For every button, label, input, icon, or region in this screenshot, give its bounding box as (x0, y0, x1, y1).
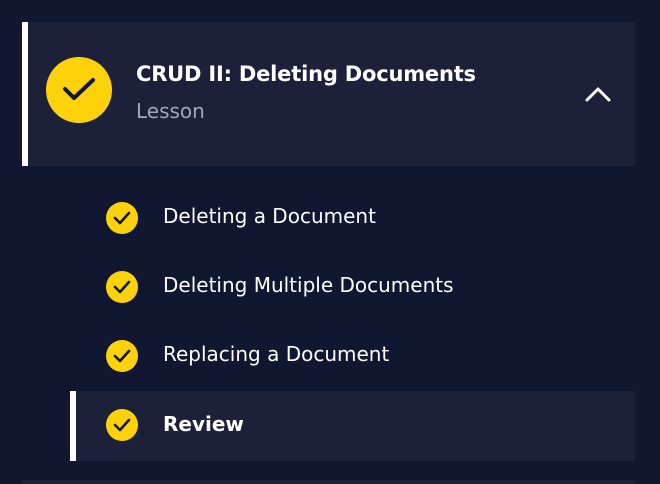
active-indicator (70, 391, 76, 461)
check-circle-icon (106, 409, 138, 441)
module-item-deleting-multiple-documents[interactable]: Deleting Multiple Documents (70, 253, 635, 322)
module-list: Deleting a Document Deleting Multiple Do… (70, 184, 635, 461)
module-item-review[interactable]: Review (70, 391, 635, 461)
lesson-title: CRUD II: Deleting Documents (136, 62, 476, 86)
lesson-header[interactable]: CRUD II: Deleting Documents Lesson (22, 22, 635, 166)
divider (22, 480, 635, 484)
module-item-deleting-a-document[interactable]: Deleting a Document (70, 184, 635, 253)
check-circle-icon (106, 202, 138, 234)
module-item-replacing-a-document[interactable]: Replacing a Document (70, 322, 635, 391)
module-label: Review (163, 412, 244, 436)
chevron-up-icon[interactable] (583, 83, 613, 105)
lesson-type-label: Lesson (136, 99, 205, 123)
active-indicator (22, 22, 28, 166)
module-label: Deleting Multiple Documents (163, 273, 454, 297)
module-label: Replacing a Document (163, 342, 390, 366)
check-circle-icon (46, 57, 112, 123)
check-circle-icon (106, 271, 138, 303)
module-label: Deleting a Document (163, 204, 376, 228)
check-circle-icon (106, 340, 138, 372)
